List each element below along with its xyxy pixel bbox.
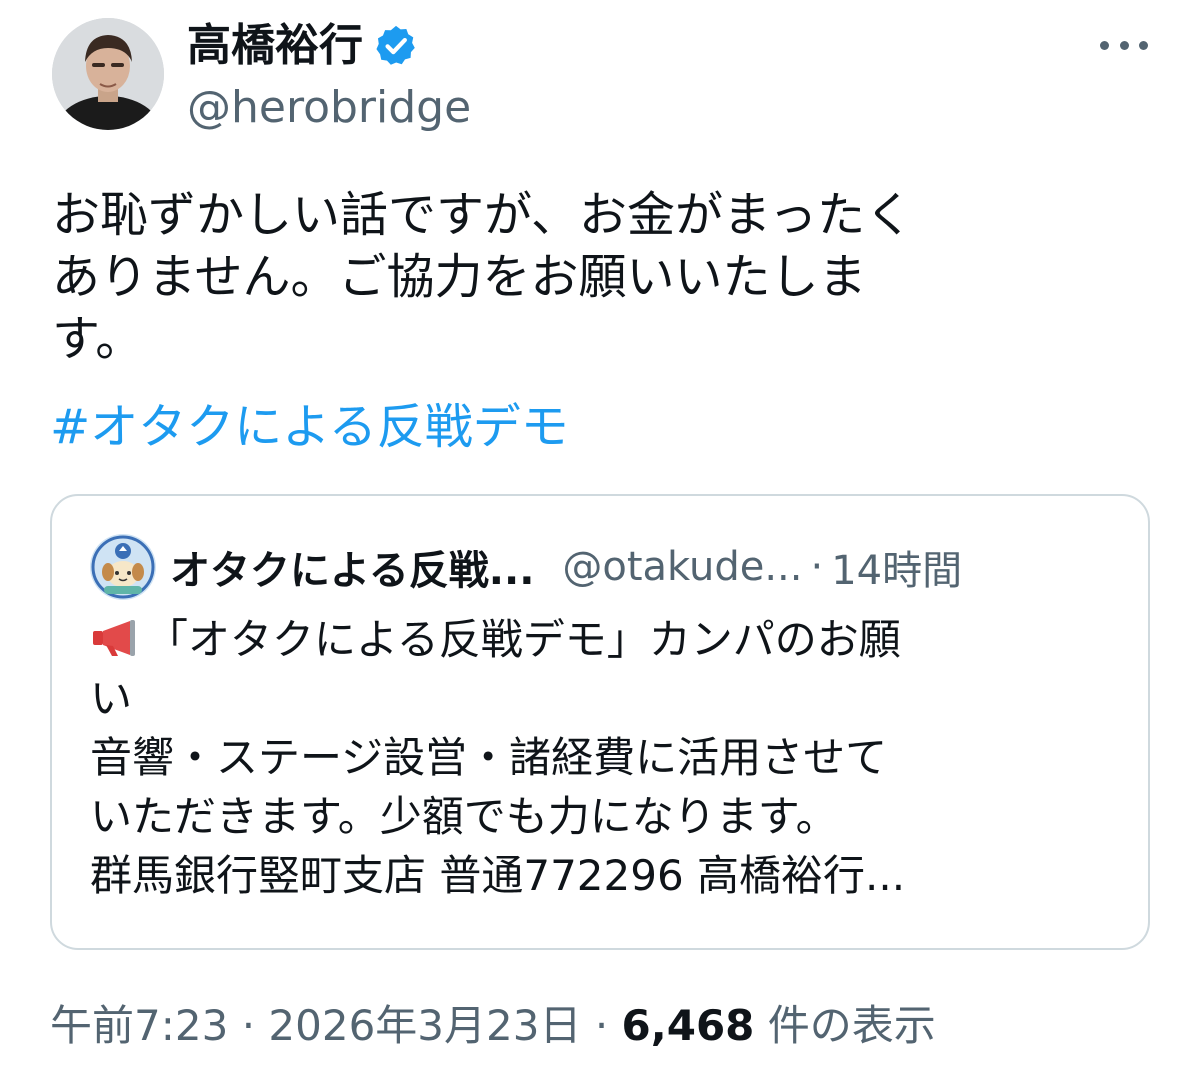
author-name-text: 高橋裕行 [187,20,363,71]
quote-line: 「オタクによる反戦デモ」カンパのお願 [90,610,1110,669]
views-count: 6,468 [621,1001,755,1050]
more-dot [1119,40,1129,50]
tweet-line: ありません。ご協力をお願いいたしま [52,249,867,305]
post-time[interactable]: 午前7:23 [50,1001,228,1050]
author-name[interactable]: 高橋裕行 [187,18,419,74]
tweet-line: す。 [52,311,144,367]
quote-line: いただきます。少額でも力になります。 [90,792,838,841]
quote-author-avatar[interactable] [90,534,156,600]
quote-separator: · [810,544,824,590]
more-dot [1139,40,1148,50]
quote-author-handle[interactable]: @otakude... [562,544,802,590]
quote-line: 群馬銀行竪町支店 普通772296 高橋裕行... [90,851,906,900]
quote-text: 「オタクによる反戦デモ」カンパのお願 い 音響・ステージ設営・諸経費に活用させて… [90,610,1110,905]
author-handle[interactable]: @herobridge [187,80,471,136]
hashtag-link[interactable]: #オタクによる反戦デモ [50,396,569,458]
more-options-icon[interactable] [1100,30,1148,60]
tweet-meta: 午前7:23 · 2026年3月23日 · 6,468 件の表示 [50,996,936,1056]
tweet-line: お恥ずかしい話ですが、お金がまったく [52,187,914,243]
more-dot [1100,40,1109,50]
quote-line: い [90,674,133,723]
quote-header: オタクによる反戦... @otakude... · 14時間 [170,534,962,600]
quote-author-name[interactable]: オタクによる反戦... [170,538,534,596]
author-avatar[interactable] [52,18,164,130]
meta-separator: · [594,1001,609,1050]
avatar-photo [52,18,164,130]
tweet-post: 高橋裕行 @herobridge お恥ずかしい話ですが、お金がまったく ありませ… [0,0,1200,1077]
quote-tweet-card[interactable]: オタクによる反戦... @otakude... · 14時間 「オタクによる反戦… [50,494,1150,950]
quote-timestamp[interactable]: 14時間 [831,538,962,596]
verified-badge-icon [373,23,419,69]
quote-line: 音響・ステージ設営・諸経費に活用させて [90,733,888,782]
tweet-text: お恥ずかしい話ですが、お金がまったく ありません。ご協力をお願いいたしま す。 [52,184,1162,370]
megaphone-icon [90,614,142,656]
meta-separator: · [241,1001,256,1050]
quote-avatar-illustration [90,534,156,600]
post-date[interactable]: 2026年3月23日 [268,1001,581,1050]
views-label: 件の表示 [767,1001,936,1050]
quote-line-text: 「オタクによる反戦デモ」カンパのお願 [146,615,901,664]
